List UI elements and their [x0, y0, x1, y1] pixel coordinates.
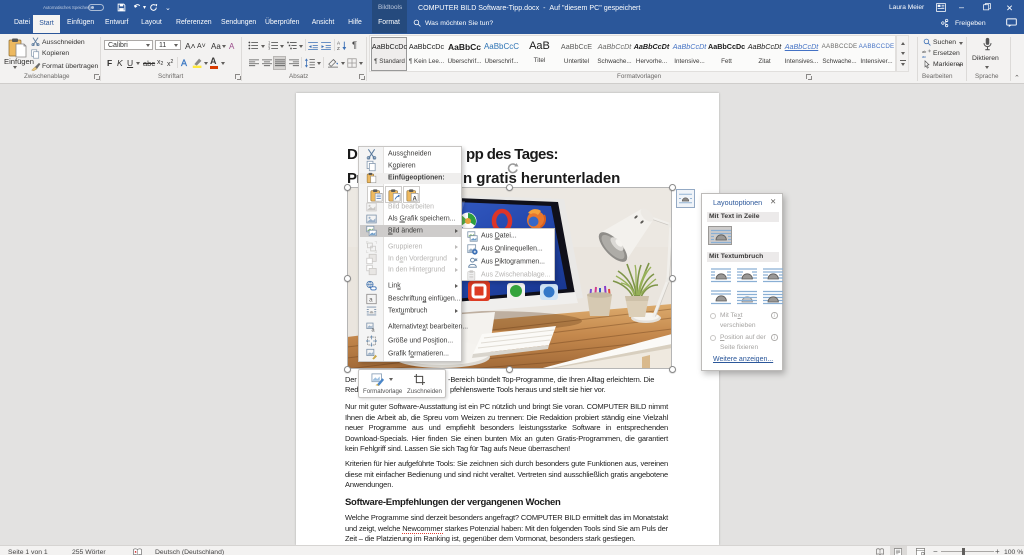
svg-text:3: 3: [268, 47, 270, 50]
svg-text:Z: Z: [337, 46, 340, 51]
svg-text:A: A: [412, 196, 417, 202]
svg-text:ac: ac: [922, 55, 926, 58]
svg-text:a: a: [369, 297, 373, 304]
svg-text:a: a: [372, 328, 376, 333]
svg-text:ab: ab: [922, 50, 926, 54]
svg-text:A: A: [337, 41, 341, 46]
